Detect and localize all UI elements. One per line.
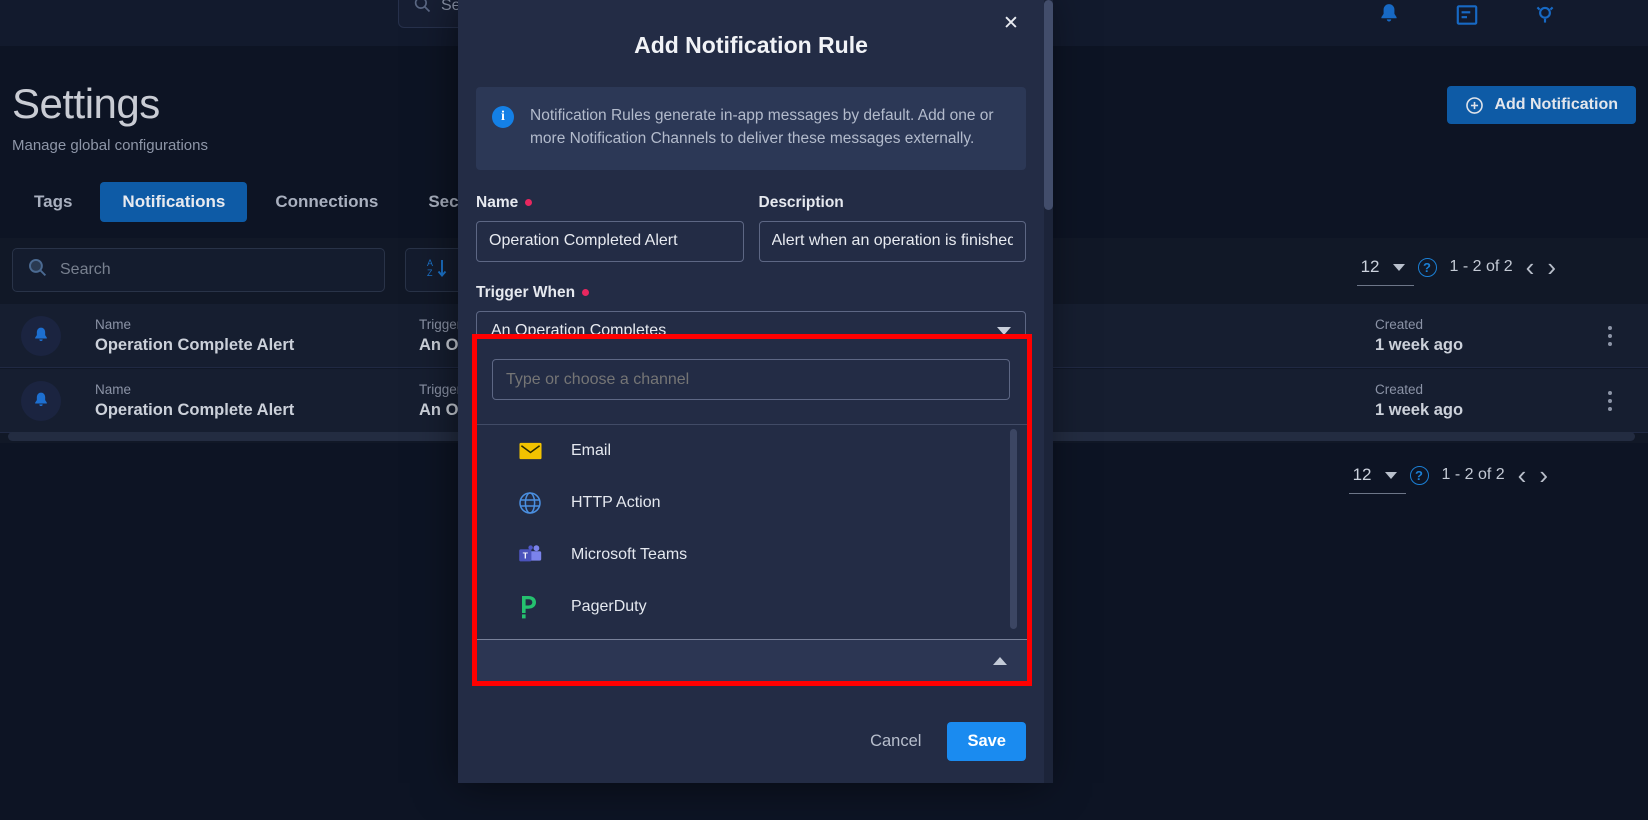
pagination-top: 12 ? 1 - 2 of 2 ‹ ›: [1356, 254, 1556, 286]
svg-text:A: A: [427, 258, 433, 268]
row-name-label: Name: [95, 382, 132, 397]
row-name-value: Operation Complete Alert: [95, 400, 295, 419]
pagination-bottom: 12 ? 1 - 2 of 2 ‹ ›: [1348, 462, 1548, 494]
description-field-group: Description: [758, 194, 1027, 262]
chevron-down-icon[interactable]: [1384, 471, 1397, 479]
kebab-menu-icon[interactable]: [1590, 390, 1630, 411]
row-name-cell: Name Operation Complete Alert: [95, 315, 385, 356]
dialog-actions: Cancel Save: [866, 722, 1026, 761]
chevron-right-icon[interactable]: ›: [1547, 254, 1556, 280]
page-title: Settings: [12, 80, 160, 127]
tab-connections[interactable]: Connections: [253, 182, 400, 222]
search-placeholder: Search: [60, 261, 111, 278]
trigger-label-wrap: Trigger When: [476, 284, 1026, 302]
info-icon: i: [492, 106, 514, 128]
name-description-row: Name Description: [476, 194, 1026, 262]
page-size-value[interactable]: 12: [1348, 465, 1406, 494]
sort-az-icon: A Z: [425, 256, 449, 285]
description-label-wrap: Description: [759, 194, 1027, 212]
plus-circle-icon: [1465, 96, 1484, 115]
close-icon[interactable]: ✕: [1000, 12, 1022, 34]
page-size-value[interactable]: 12: [1356, 257, 1414, 286]
settings-tabs: Tags Notifications Connections Security: [12, 182, 517, 222]
name-input[interactable]: [476, 220, 744, 262]
highlight-annotation: [472, 334, 1032, 686]
add-notification-rule-dialog: ✕ Add Notification Rule i Notification R…: [458, 0, 1044, 783]
name-label-wrap: Name: [476, 194, 744, 212]
topbar-icon-group: [1376, 0, 1558, 30]
notes-icon[interactable]: [1454, 2, 1480, 28]
row-created-cell: Created 1 week ago: [1375, 380, 1590, 421]
row-created-label: Created: [1375, 382, 1424, 397]
name-label: Name: [476, 193, 519, 211]
pagination-range: 1 - 2 of 2: [1441, 466, 1505, 483]
chevron-down-icon[interactable]: [1392, 263, 1405, 271]
question-icon[interactable]: ?: [1417, 257, 1437, 277]
chevron-left-icon[interactable]: ‹: [1518, 462, 1527, 488]
name-field-group: Name: [476, 194, 744, 262]
add-notification-label: Add Notification: [1494, 96, 1618, 113]
search-icon: [27, 257, 48, 283]
tab-notifications[interactable]: Notifications: [100, 182, 248, 222]
row-created-label: Created: [1375, 317, 1424, 332]
description-label: Description: [758, 193, 844, 211]
dialog-title: Add Notification Rule: [634, 32, 868, 58]
help-icon[interactable]: [1532, 2, 1558, 28]
save-button[interactable]: Save: [947, 722, 1026, 761]
kebab-menu-icon[interactable]: [1590, 325, 1630, 346]
info-banner: i Notification Rules generate in-app mes…: [476, 87, 1026, 170]
info-banner-text: Notification Rules generate in-app messa…: [530, 107, 994, 148]
page-subtitle: Manage global configurations: [12, 137, 208, 154]
required-indicator-icon: [582, 289, 590, 296]
description-input[interactable]: [758, 220, 1026, 262]
chevron-left-icon[interactable]: ‹: [1526, 254, 1535, 280]
row-created-cell: Created 1 week ago: [1375, 315, 1590, 356]
bell-icon: [21, 315, 61, 356]
search-input[interactable]: Search: [12, 248, 385, 292]
bell-icon[interactable]: [1376, 2, 1402, 28]
row-created-value: 1 week ago: [1375, 335, 1464, 354]
list-toolbar: Search A Z: [12, 248, 469, 292]
pagination-range: 1 - 2 of 2: [1449, 258, 1513, 275]
required-indicator-icon: [525, 199, 533, 206]
row-created-value: 1 week ago: [1375, 400, 1464, 419]
trigger-when-label: Trigger When: [476, 283, 576, 301]
svg-text:Z: Z: [427, 268, 433, 278]
row-name-value: Operation Complete Alert: [95, 335, 295, 354]
row-name-cell: Name Operation Complete Alert: [95, 380, 385, 421]
cancel-button[interactable]: Cancel: [866, 726, 925, 757]
search-icon: [413, 0, 431, 18]
add-notification-button[interactable]: Add Notification: [1447, 86, 1636, 124]
question-icon[interactable]: ?: [1409, 465, 1429, 485]
tab-tags[interactable]: Tags: [12, 182, 94, 222]
row-name-label: Name: [95, 317, 132, 332]
chevron-right-icon[interactable]: ›: [1539, 462, 1548, 488]
bell-icon: [21, 380, 61, 421]
modal-scrollbar[interactable]: [1044, 0, 1053, 783]
